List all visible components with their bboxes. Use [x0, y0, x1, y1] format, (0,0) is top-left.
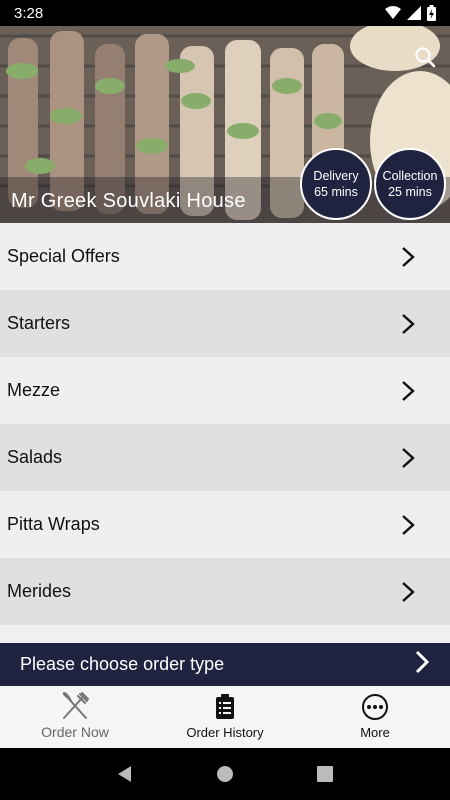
menu-item-special-offers[interactable]: Special Offers: [0, 223, 450, 290]
delivery-time-badge[interactable]: Delivery 65 mins: [300, 148, 372, 220]
chevron-right-icon: [393, 309, 423, 339]
chevron-right-icon: [393, 443, 423, 473]
menu-item-starters[interactable]: Starters: [0, 290, 450, 357]
back-button[interactable]: [110, 759, 140, 789]
restaurant-name: Mr Greek Souvlaki House: [11, 190, 246, 212]
fork-knife-icon: [60, 691, 90, 721]
menu-item-label: Starters: [7, 313, 71, 333]
tab-label: Order History: [186, 725, 264, 740]
tab-label: More: [360, 725, 390, 740]
chevron-right-icon: [414, 650, 430, 679]
chevron-right-icon: [393, 577, 423, 607]
tab-more[interactable]: More: [300, 686, 450, 748]
menu-item-label: Merides: [7, 581, 72, 601]
collection-label: Collection: [382, 169, 438, 183]
menu-item-merides[interactable]: Merides: [0, 558, 450, 625]
back-icon: [118, 766, 131, 782]
menu-category-list: Special Offers Starters Mezze Salads Pit…: [0, 223, 450, 643]
collection-time: 25 mins: [388, 185, 432, 199]
delivery-time: 65 mins: [314, 185, 358, 199]
home-icon: [217, 766, 233, 782]
chevron-right-icon: [393, 376, 423, 406]
delivery-label: Delivery: [313, 169, 359, 183]
signal-icon: [407, 6, 421, 20]
clipboard-icon: [215, 692, 235, 722]
menu-item-salads[interactable]: Salads: [0, 424, 450, 491]
tab-order-history[interactable]: Order History: [150, 686, 300, 748]
menu-item-label: Mezze: [7, 380, 61, 400]
menu-item-pitta-wraps[interactable]: Pitta Wraps: [0, 491, 450, 558]
menu-item-mezze[interactable]: Mezze: [0, 357, 450, 424]
home-button[interactable]: [210, 759, 240, 789]
search-button[interactable]: [412, 44, 438, 70]
order-type-label: Please choose order type: [20, 654, 225, 674]
wifi-icon: [385, 6, 401, 19]
chevron-right-icon: [393, 242, 423, 272]
more-icon: [361, 692, 389, 722]
bottom-tab-bar: Order Now Order History More: [0, 686, 450, 748]
menu-item-label: Pitta Wraps: [7, 514, 100, 534]
menu-item-label: Special Offers: [7, 246, 120, 266]
system-nav-bar: [0, 748, 450, 800]
menu-item-label: Salads: [7, 447, 63, 467]
collection-time-badge[interactable]: Collection 25 mins: [374, 148, 446, 220]
tab-label: Order Now: [41, 724, 109, 740]
battery-icon: [427, 5, 436, 21]
restaurant-hero: Mr Greek Souvlaki House Delivery 65 mins…: [0, 26, 450, 223]
recents-icon: [317, 766, 333, 782]
choose-order-type-bar[interactable]: Please choose order type: [0, 643, 450, 686]
chevron-right-icon: [393, 510, 423, 540]
tab-order-now[interactable]: Order Now: [0, 686, 150, 748]
status-time: 3:28: [14, 4, 44, 22]
search-icon: [415, 47, 436, 68]
recents-button[interactable]: [310, 759, 340, 789]
status-bar: 3:28: [0, 0, 450, 26]
